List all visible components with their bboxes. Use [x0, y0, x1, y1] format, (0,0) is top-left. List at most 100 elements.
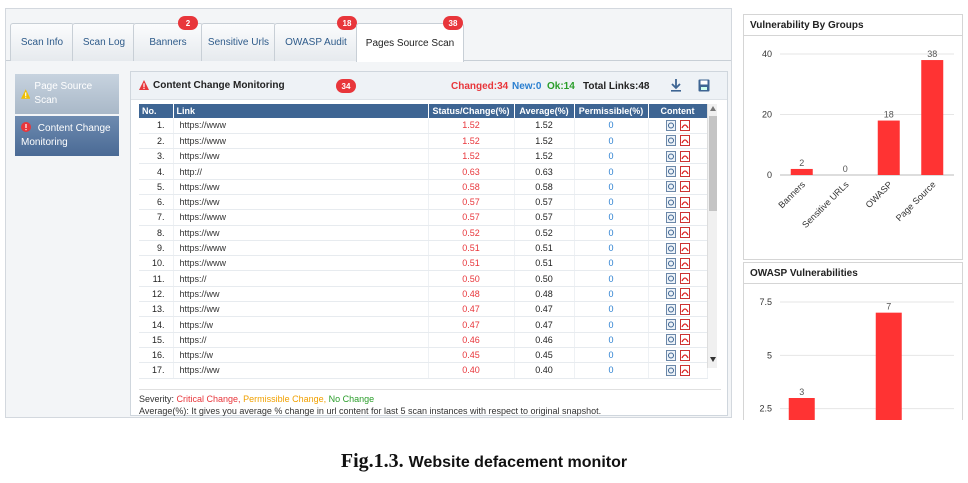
links-table: No. Link Status/Change(%) Average(%) Per… — [139, 104, 708, 379]
compare-icon[interactable] — [665, 166, 676, 178]
row-link[interactable]: https://ww — [173, 225, 429, 241]
table-row[interactable]: 6. https://ww 0.57 0.57 0 — [139, 194, 708, 211]
table-row[interactable]: 11. https://0.50 0.50 0 — [139, 270, 708, 287]
compare-icon[interactable] — [665, 319, 676, 330]
column-header-no[interactable]: No. — [139, 104, 174, 118]
row-link[interactable]: https://ww — [173, 362, 429, 379]
table-row[interactable]: 16. https://w 0.45 0.45 0 — [139, 347, 708, 364]
pdf-icon[interactable] — [679, 166, 690, 178]
pdf-icon[interactable] — [679, 119, 690, 131]
compare-icon[interactable] — [665, 181, 676, 193]
row-number: 5. — [139, 179, 174, 195]
row-link[interactable]: https://w — [173, 347, 429, 364]
pdf-icon[interactable] — [679, 288, 690, 300]
compare-icon[interactable] — [665, 119, 676, 131]
pdf-icon[interactable] — [679, 227, 690, 239]
warning-icon — [139, 80, 149, 90]
pdf-icon[interactable] — [679, 257, 690, 269]
pdf-icon[interactable] — [679, 273, 690, 285]
table-row[interactable]: 12. https://ww 0.48 0.48 0 — [139, 286, 708, 303]
compare-icon[interactable] — [665, 150, 676, 162]
table-row[interactable]: 1. https://www 1.52 1.52 0 — [139, 118, 708, 134]
row-link[interactable]: https://www — [173, 209, 429, 226]
row-link[interactable]: https://ww — [173, 194, 429, 211]
y-tick-label: 7.5 — [759, 297, 772, 307]
table-row[interactable]: 4. http://0.63 0.63 0 — [139, 163, 708, 180]
compare-icon[interactable] — [665, 196, 676, 208]
tab-scan-info[interactable]: Scan Info — [10, 23, 74, 61]
row-link[interactable]: https://www — [173, 240, 429, 257]
tab-owasp-audit[interactable]: OWASP Audit 18 — [274, 16, 358, 61]
row-link[interactable]: http:// — [173, 163, 429, 180]
sidebar-item-content-change-monitoring[interactable]: Content Change Monitoring — [15, 116, 119, 156]
row-status-change: 0.47 — [428, 301, 515, 318]
table-row[interactable]: 8. https://ww 0.52 0.52 0 — [139, 225, 708, 241]
bar — [788, 398, 815, 420]
row-content-actions — [648, 240, 708, 257]
tab-scan-log[interactable]: Scan Log — [72, 23, 136, 61]
row-link[interactable]: https://www — [173, 133, 429, 150]
row-link[interactable]: https://ww — [173, 179, 429, 195]
row-link[interactable]: https:// — [173, 332, 429, 348]
pdf-icon[interactable] — [679, 242, 690, 254]
table-row[interactable]: 5. https://ww 0.58 0.58 0 — [139, 179, 708, 195]
compare-icon[interactable] — [665, 135, 676, 147]
table-row[interactable]: 17. https://ww 0.40 0.40 0 — [139, 362, 708, 379]
column-header-average[interactable]: Average(%) — [514, 104, 575, 118]
column-header-status[interactable]: Status/Change(%) — [428, 104, 515, 118]
compare-icon[interactable] — [665, 242, 676, 254]
scrollbar-thumb[interactable] — [709, 116, 717, 211]
pdf-icon[interactable] — [679, 150, 690, 162]
table-row[interactable]: 2. https://www 1.52 1.52 0 — [139, 133, 708, 150]
scroll-up-icon[interactable] — [709, 105, 717, 112]
pdf-icon[interactable] — [679, 196, 690, 208]
column-header-permissible[interactable]: Permissible(%) — [574, 104, 649, 118]
compare-icon[interactable] — [665, 227, 676, 239]
table-row[interactable]: 13. https://ww 0.47 0.47 0 — [139, 301, 708, 318]
row-link[interactable]: https://www — [173, 255, 429, 272]
pdf-icon[interactable] — [679, 211, 690, 223]
table-row[interactable]: 15. https://0.46 0.46 0 — [139, 332, 708, 348]
scroll-down-icon[interactable] — [709, 356, 717, 363]
table-scrollbar[interactable] — [707, 104, 717, 368]
pdf-icon[interactable] — [679, 349, 690, 361]
content-change-panel: Content Change Monitoring 34 Changed:34 … — [130, 71, 728, 416]
pdf-icon[interactable] — [679, 319, 690, 330]
compare-icon[interactable] — [665, 349, 676, 361]
table-row[interactable]: 7. https://www 0.57 0.57 0 — [139, 209, 708, 226]
compare-icon[interactable] — [665, 257, 676, 269]
download-icon[interactable] — [669, 78, 683, 93]
data-label: 38 — [927, 49, 937, 59]
compare-icon[interactable] — [665, 303, 676, 315]
compare-icon[interactable] — [665, 273, 676, 285]
save-icon[interactable] — [697, 78, 711, 93]
row-link[interactable]: https://ww — [173, 148, 429, 165]
pdf-icon[interactable] — [679, 364, 690, 376]
sidebar-item-page-source-scan[interactable]: Page Source Scan — [15, 74, 119, 114]
tab-sensitive-urls[interactable]: Sensitive Urls — [201, 23, 276, 61]
pdf-icon[interactable] — [679, 303, 690, 315]
row-link[interactable]: https:// — [173, 270, 429, 287]
column-header-link[interactable]: Link — [173, 104, 429, 118]
row-link[interactable]: https://ww — [173, 286, 429, 303]
compare-icon[interactable] — [665, 211, 676, 223]
tab-banners[interactable]: Banners 2 — [133, 16, 203, 61]
compare-icon[interactable] — [665, 288, 676, 300]
pdf-icon[interactable] — [679, 181, 690, 193]
tab-pages-source-scan[interactable]: Pages Source Scan 38 — [356, 16, 464, 62]
changed-stat: Changed:34 — [451, 81, 509, 92]
compare-icon[interactable] — [665, 364, 676, 376]
pdf-icon[interactable] — [679, 334, 690, 346]
table-row[interactable]: 9. https://www 0.51 0.51 0 — [139, 240, 708, 257]
table-row[interactable]: 14. https://w 0.47 0.47 0 — [139, 316, 708, 333]
row-link[interactable]: https://ww — [173, 301, 429, 318]
column-header-content[interactable]: Content — [648, 104, 708, 118]
pdf-icon[interactable] — [679, 135, 690, 147]
row-link[interactable]: https://w — [173, 316, 429, 333]
table-row[interactable]: 3. https://ww 1.52 1.52 0 — [139, 148, 708, 165]
compare-icon[interactable] — [665, 334, 676, 346]
row-link[interactable]: https://www — [173, 118, 429, 134]
row-number: 6. — [139, 194, 174, 211]
row-number: 16. — [139, 347, 174, 364]
table-row[interactable]: 10. https://www 0.51 0.51 0 — [139, 255, 708, 272]
